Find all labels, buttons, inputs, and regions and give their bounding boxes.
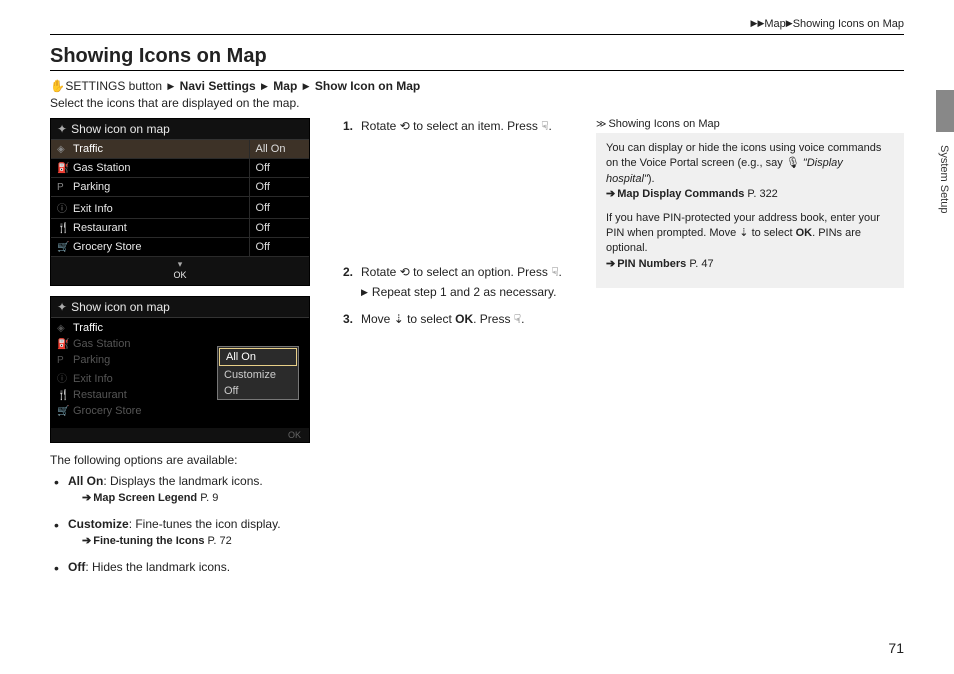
option-customize: Customize: Fine-tunes the icon display. … [54, 516, 325, 549]
sidebar-header: ≫Showing Icons on Map [596, 118, 904, 130]
voice-icon: 🎙 [786, 157, 800, 169]
options-intro: The following options are available: [50, 453, 325, 467]
popup-option: All On [219, 348, 297, 366]
table-row: ◈TrafficAll On [51, 140, 309, 159]
sidebar-note: You can display or hide the icons using … [596, 133, 904, 288]
page-title: Showing Icons on Map [50, 45, 904, 71]
step-1: 1. Rotate ⟲ to select an item. Press ☟. [343, 118, 578, 134]
table-row: PParkingOff [51, 178, 309, 197]
section-label: System Setup [938, 145, 950, 213]
table-row: ⛽Gas StationOff [51, 159, 309, 178]
rotate-dial-icon: ⟲ [400, 264, 410, 280]
list-item: 🛒Grocery Store [51, 403, 309, 419]
option-off: Off: Hides the landmark icons. [54, 559, 325, 575]
device-screenshot-1: ✦Show icon on map ◈TrafficAll On⛽Gas Sta… [50, 118, 310, 286]
device-screenshot-2: ✦Show icon on map ◈Traffic⛽Gas StationPP… [50, 296, 310, 443]
press-icon: ☟ [551, 264, 558, 280]
step-2: 2. Rotate ⟲ to select an option. Press ☟… [343, 264, 578, 300]
move-icon: ⇣ [739, 227, 748, 239]
page-number: 71 [888, 640, 904, 656]
popup-option: Off [218, 383, 298, 399]
table-row: 🛒Grocery StoreOff [51, 238, 309, 257]
press-icon: ☟ [514, 311, 521, 327]
rotate-dial-icon: ⟲ [400, 118, 410, 134]
table-row: ⓘExit InfoOff [51, 197, 309, 219]
nav-path: ✋ SETTINGS button ▶ Navi Settings ▶ Map … [50, 79, 904, 93]
step-3: 3. Move ⇣ to select OK. Press ☟. [343, 311, 578, 327]
intro-text: Select the icons that are displayed on t… [50, 96, 904, 110]
popup-option: Customize [218, 367, 298, 383]
breadcrumb: ▶▶Map▶Showing Icons on Map [50, 18, 904, 30]
section-tab [936, 90, 954, 132]
list-item: ◈Traffic [51, 320, 309, 336]
table-row: 🍴RestaurantOff [51, 219, 309, 238]
move-icon: ⇣ [394, 311, 404, 327]
option-all-on: All On: Displays the landmark icons. ➔Ma… [54, 473, 325, 506]
